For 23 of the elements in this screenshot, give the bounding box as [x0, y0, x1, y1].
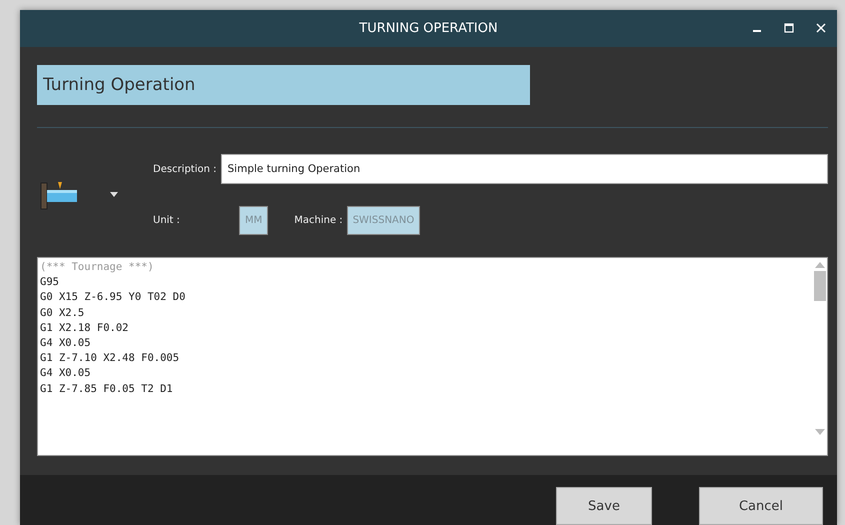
- turning-tool-icon[interactable]: [40, 180, 80, 210]
- code-comment: (*** Tournage ***): [40, 260, 155, 275]
- dropdown-caret-icon[interactable]: [110, 192, 118, 197]
- window-title: TURNING OPERATION: [359, 21, 498, 36]
- code-line: G4 X0.05: [40, 336, 92, 352]
- maximize-icon[interactable]: [783, 22, 795, 34]
- code-line: G0 X15 Z-6.95 Y0 T02 D0: [40, 290, 186, 306]
- machine-label: Machine :: [294, 215, 343, 226]
- code-editor[interactable]: (*** Tournage ***) G95 G0 X15 Z-6.95 Y0 T02 D0 G0 X2.5 G1 X2.18 F0.02 G4 X0.05 G1 Z-7.10 X2.48 F0.005 G4 X0.05 G1 Z-7.85 F0.05 T2 D1: [37, 257, 828, 456]
- description-label: Description :: [153, 164, 217, 174]
- dialog-button[interactable]: Cancel: [699, 487, 823, 525]
- code-line: G1 Z-7.85 F0.05 T2 D1: [40, 382, 174, 397]
- code-line: G4 X0.05: [40, 366, 92, 382]
- code-line: G95: [40, 275, 60, 290]
- name-field[interactable]: Turning Operation: [37, 65, 530, 105]
- scrollbar-thumb[interactable]: [814, 271, 826, 301]
- code-line: G1 X2.18 F0.02: [40, 320, 130, 336]
- code-line: G0 X2.5: [40, 306, 86, 321]
- code-line: G1 Z-7.10 X2.48 F0.005: [40, 351, 180, 366]
- description-field[interactable]: Simple turning Operation: [220, 154, 828, 184]
- dialog-button[interactable]: Save: [556, 487, 652, 525]
- close-icon[interactable]: [815, 22, 827, 34]
- unit-label: Unit :: [153, 215, 181, 226]
